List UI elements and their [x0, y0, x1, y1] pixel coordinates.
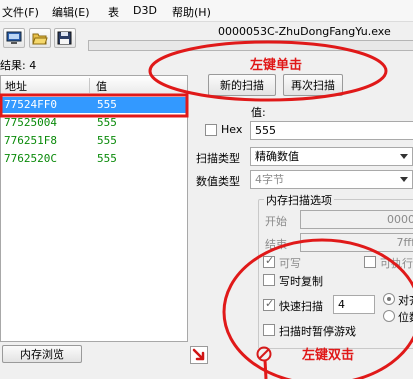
annotation-line — [263, 359, 268, 379]
double-click-annotation-text: 左键双击 — [302, 348, 355, 363]
annotation-overlay — [0, 40, 413, 379]
selected-row-highlight-box — [0, 93, 189, 118]
left-click-annotation-text: 左键单击 — [250, 58, 303, 73]
